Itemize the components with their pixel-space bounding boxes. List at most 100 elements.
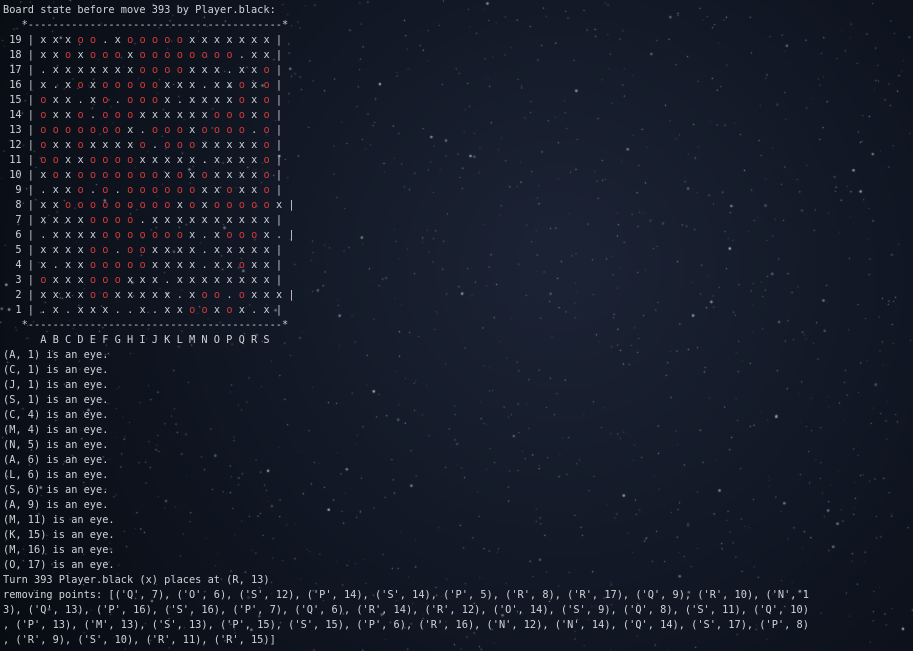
row-cells: o x x x o o o x x x . x x x x x x x x	[40, 274, 270, 286]
row-number: 3	[3, 274, 22, 286]
row-cells: x . x x o o o o o x x x x . x x o x x	[40, 259, 270, 271]
board-edge: |	[269, 304, 283, 316]
board-edge: |	[21, 154, 41, 166]
board-edge: |	[21, 214, 41, 226]
board-row: 2 | x x x x o o x x x x x . x o o . o x …	[3, 288, 913, 303]
row-number: 16	[3, 79, 22, 91]
board-border-top: *---------------------------------------…	[3, 19, 289, 31]
board-edge: |	[21, 259, 41, 271]
board-edge: |	[21, 229, 41, 241]
row-number: 10	[3, 169, 22, 181]
board-edge: |	[21, 109, 41, 121]
row-cells: x x x x o o x x x x x . x o o . o x x x	[40, 289, 283, 301]
board-edge: |	[269, 169, 283, 181]
eye-line: (N, 5) is an eye.	[3, 439, 109, 451]
row-number: 5	[3, 244, 22, 256]
row-number: 14	[3, 109, 22, 121]
eye-line: (M, 11) is an eye.	[3, 514, 115, 526]
board-row: 17 | . x x x x x x x o o o o x x x . x x…	[3, 63, 913, 78]
board-header: Board state before move 393 by Player.bl…	[3, 4, 276, 16]
row-cells: . x x o . o . o o o o o o x x o x x o	[40, 184, 270, 196]
board-edge: |	[21, 124, 41, 136]
board-edge: |	[21, 199, 41, 211]
board-edge: |	[21, 49, 41, 61]
row-number: 19	[3, 34, 22, 46]
board-edge: |	[269, 109, 283, 121]
board-edge: |	[21, 79, 41, 91]
board-edge: |	[21, 289, 41, 301]
board-row: 14 | o x x o . o o o x x x x x x o o o x…	[3, 108, 913, 123]
board-edge: |	[21, 304, 41, 316]
board-row: 8 | x x o o o o o o o o o x o x o o o o …	[3, 198, 913, 213]
terminal-output: Board state before move 393 by Player.bl…	[3, 3, 913, 648]
eye-line: (A, 1) is an eye.	[3, 349, 109, 361]
eye-line: (M, 4) is an eye.	[3, 424, 109, 436]
board-edge: |	[269, 94, 283, 106]
row-cells: x x x x o o . o o x x x x . x x x x x	[40, 244, 270, 256]
eye-line: (O, 17) is an eye.	[3, 559, 115, 571]
removing-line: removing points: [('Q', 7), ('O', 6), ('…	[3, 589, 809, 601]
board-edge: |	[21, 244, 41, 256]
column-labels: A B C D E F G H I J K L M N O P Q R S	[3, 334, 270, 346]
row-cells: . x x x x x x x o o o o x x x . x x o	[40, 64, 270, 76]
board-row: 4 | x . x x o o o o o x x x x . x x o x …	[3, 258, 913, 273]
removing-line: 3), ('Q', 13), ('P', 16), ('S', 16), ('P…	[3, 604, 809, 616]
board-row: 3 | o x x x o o o x x x . x x x x x x x …	[3, 273, 913, 288]
board-row: 13 | o o o o o o o x . o o o x o o o o .…	[3, 123, 913, 138]
board-edge: |	[269, 184, 283, 196]
board-row: 1 | . x . x x x . . x . x x o o x o x . …	[3, 303, 913, 318]
board-row: 12 | o x x o x x x x o . o o o x x x x x…	[3, 138, 913, 153]
row-number: 15	[3, 94, 22, 106]
board-edge: |	[21, 94, 41, 106]
row-number: 9	[3, 184, 22, 196]
row-cells: o x x o . o o o x x x x x x o o o x o	[40, 109, 270, 121]
eye-line: (L, 6) is an eye.	[3, 469, 109, 481]
eye-line: (A, 9) is an eye.	[3, 499, 109, 511]
board-edge: |	[21, 139, 41, 151]
row-cells: . x . x x x . . x . x x o o x o x . x	[40, 304, 270, 316]
board-edge: |	[269, 79, 283, 91]
board-edge: |	[269, 274, 283, 286]
board-row: 16 | x . x o x o o o o o x x x . x x o x…	[3, 78, 913, 93]
row-number: 11	[3, 154, 22, 166]
board-edge: |	[269, 244, 283, 256]
eye-line: (S, 6) is an eye.	[3, 484, 109, 496]
row-cells: x o x o o o o o o o x o x o x x x x o	[40, 169, 270, 181]
board-edge: |	[282, 229, 295, 241]
board-row: 6 | . x x x x o o o o o o o x . x o o o …	[3, 228, 913, 243]
row-cells: o x x . x o . o o o x . x x x x o x o	[40, 94, 270, 106]
eye-line: (K, 15) is an eye.	[3, 529, 115, 541]
board-edge: |	[269, 154, 283, 166]
row-cells: o o x x o o o o x x x x x . x x x x o	[40, 154, 270, 166]
row-cells: x x o x o o o x o o o o o o o o . x x	[40, 49, 270, 61]
eye-line: (J, 1) is an eye.	[3, 379, 109, 391]
board-row: 18 | x x o x o o o x o o o o o o o o . x…	[3, 48, 913, 63]
board-row: 11 | o o x x o o o o x x x x x . x x x x…	[3, 153, 913, 168]
removing-line: , ('R', 9), ('S', 10), ('R', 11), ('R', …	[3, 634, 276, 646]
board-edge: |	[21, 34, 41, 46]
board-edge: |	[21, 274, 41, 286]
row-number: 18	[3, 49, 22, 61]
board-edge: |	[269, 124, 283, 136]
eye-line: (A, 6) is an eye.	[3, 454, 109, 466]
row-number: 2	[3, 289, 22, 301]
board-edge: |	[269, 49, 283, 61]
board-edge: |	[282, 199, 295, 211]
row-number: 8	[3, 199, 22, 211]
row-cells: x . x o x o o o o o x x x . x x o x o	[40, 79, 270, 91]
go-board: 19 | x x x o o . x o o o o o x x x x x x…	[3, 33, 913, 318]
row-number: 7	[3, 214, 22, 226]
row-cells: x x o o o o o o o o o x o x o o o o o x	[40, 199, 283, 211]
row-number: 6	[3, 229, 22, 241]
board-edge: |	[269, 139, 283, 151]
row-cells: o o o o o o o x . o o o x o o o o . o	[40, 124, 270, 136]
board-row: 9 | . x x o . o . o o o o o o x x o x x …	[3, 183, 913, 198]
board-edge: |	[21, 169, 41, 181]
row-number: 13	[3, 124, 22, 136]
row-number: 4	[3, 259, 22, 271]
board-row: 15 | o x x . x o . o o o x . x x x x o x…	[3, 93, 913, 108]
board-edge: |	[269, 214, 283, 226]
eye-line: (C, 1) is an eye.	[3, 364, 109, 376]
board-edge: |	[21, 184, 41, 196]
removing-line: , ('P', 13), ('M', 13), ('S', 13), ('P',…	[3, 619, 809, 631]
